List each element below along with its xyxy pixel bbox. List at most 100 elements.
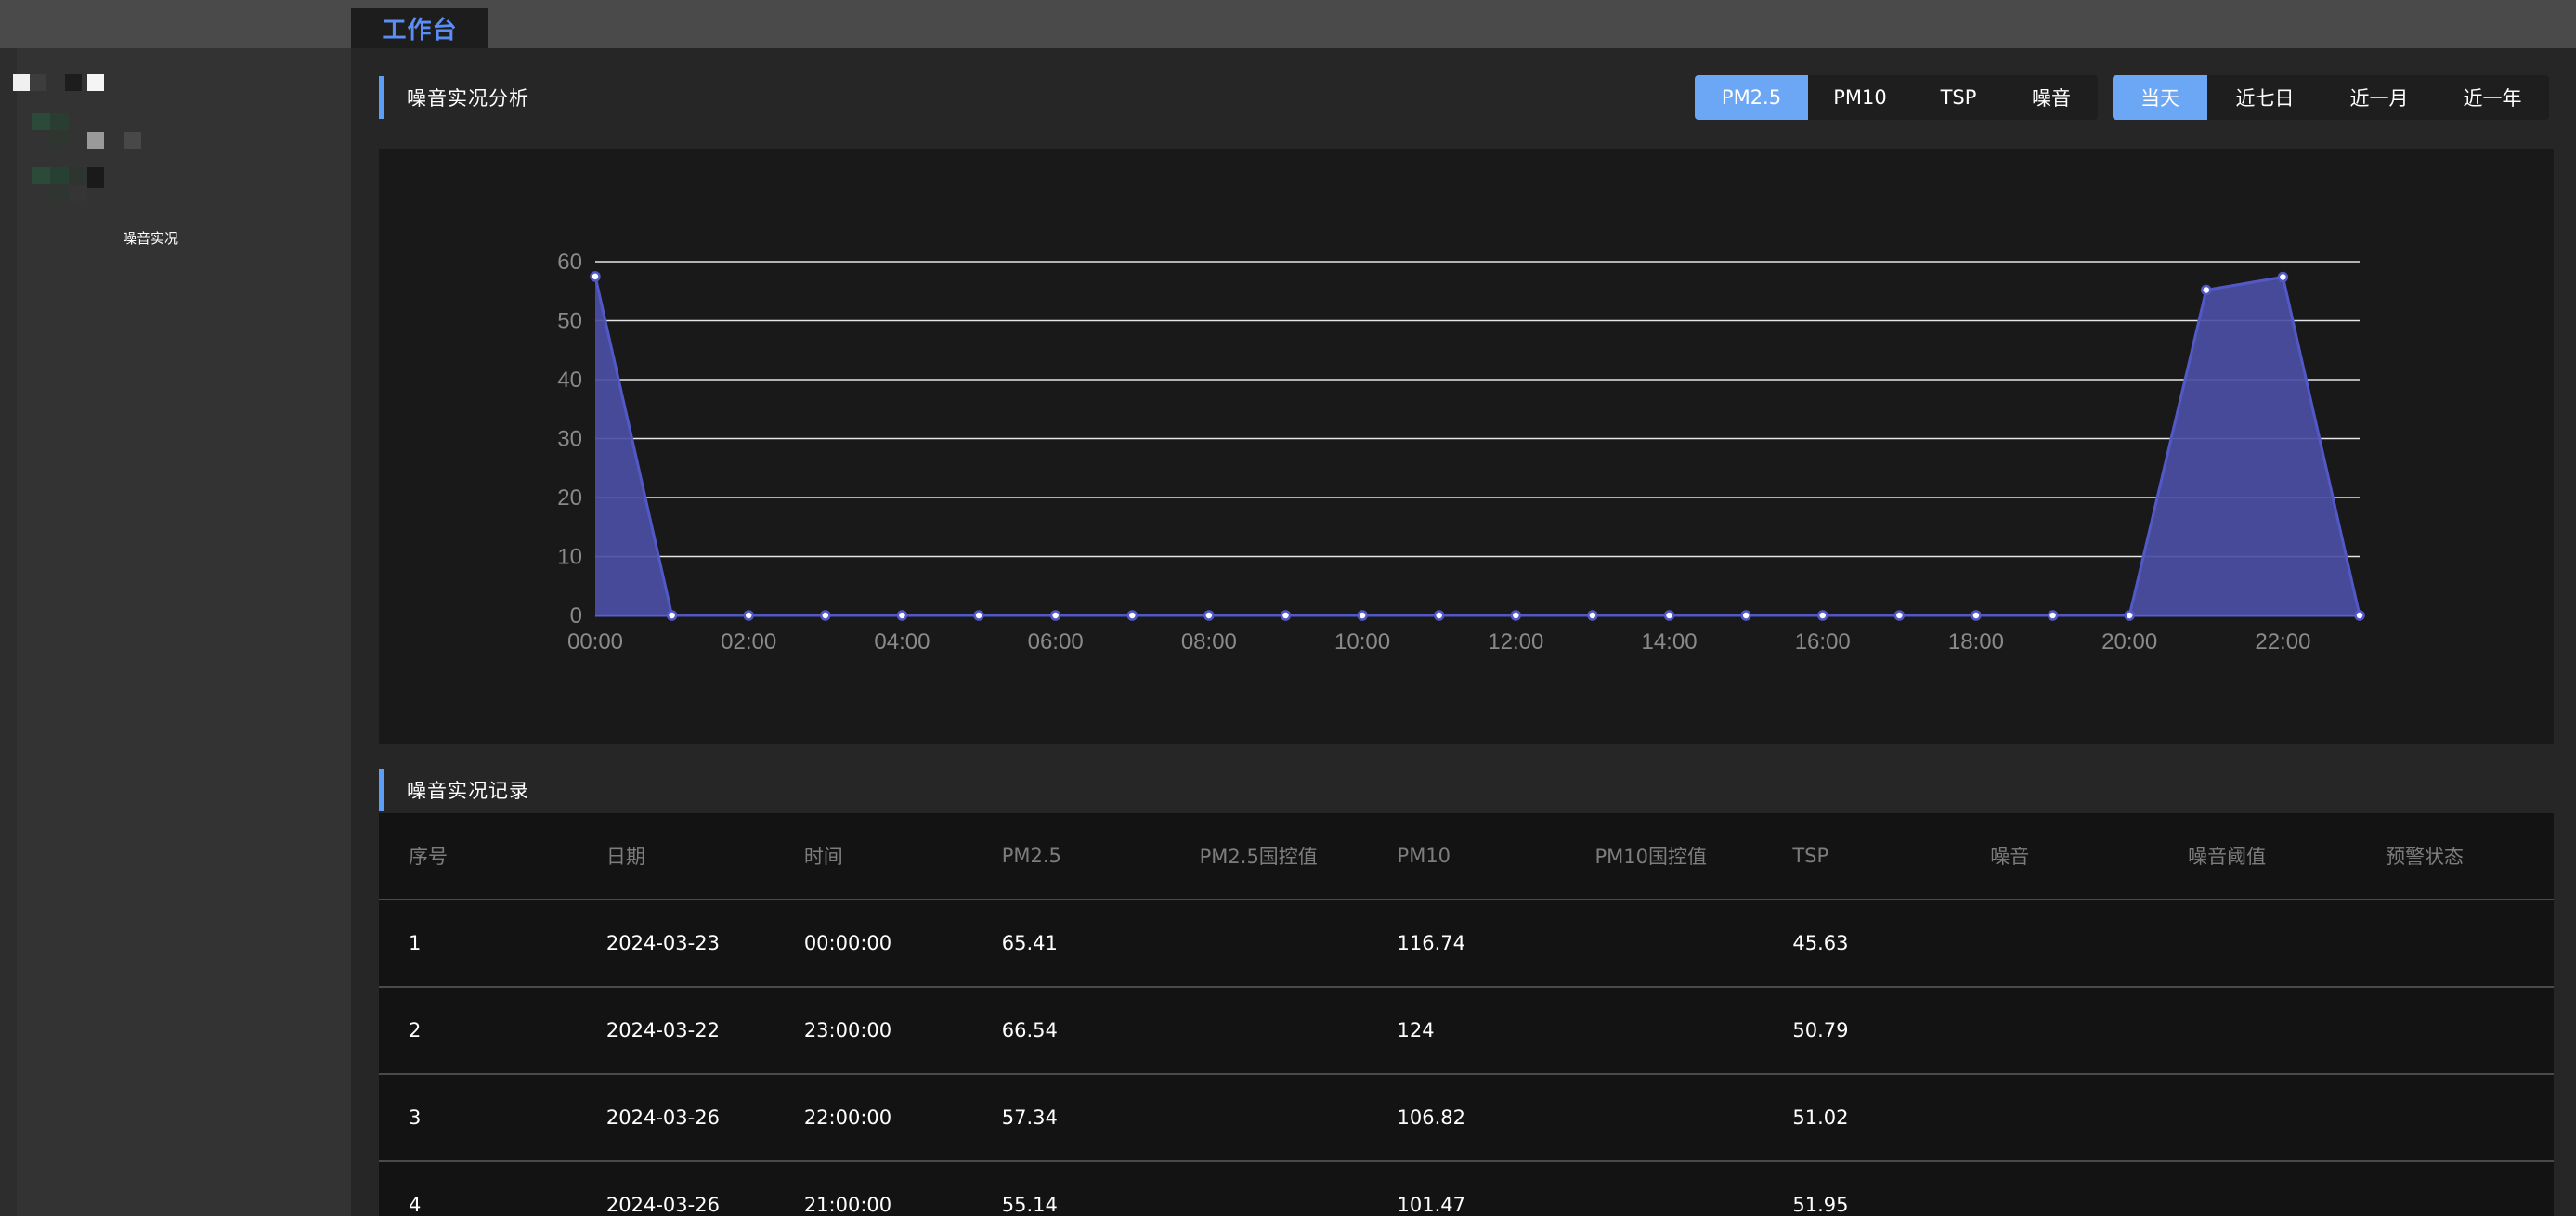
menu-icon-pixel: [87, 132, 104, 149]
x-tick-label: 14:00: [1641, 629, 1697, 654]
y-tick-label: 40: [557, 368, 582, 393]
column-header: PM10国控值: [1594, 846, 1707, 868]
table-cell: 51.95: [1792, 1194, 1849, 1216]
logo-pixel: [30, 74, 46, 91]
range-tab-today[interactable]: 当天: [2113, 75, 2207, 120]
y-tick-label: 0: [570, 603, 582, 628]
records-title: 噪音实况记录: [407, 780, 529, 802]
data-point: [666, 610, 678, 621]
analysis-header: 噪音实况分析: [379, 76, 529, 119]
sidebar: 噪音实况: [13, 48, 351, 1216]
table-cell: 1: [409, 932, 422, 954]
table-cell: 2024-03-22: [605, 1019, 720, 1041]
data-point: [820, 610, 831, 621]
column-header: PM2.5: [1001, 845, 1061, 867]
table-cell: 45.63: [1792, 932, 1849, 954]
table-cell: 57.34: [1001, 1106, 1058, 1129]
data-point: [1971, 610, 1982, 621]
data-point: [973, 610, 984, 621]
x-tick-label: 22:00: [2255, 629, 2310, 654]
table-cell: 50.79: [1792, 1019, 1849, 1041]
data-point: [896, 610, 908, 621]
table-row[interactable]: 4 2024-03-26 21:00:00 55.14 101.47 51.95: [379, 1162, 2554, 1216]
column-header: 序号: [409, 846, 448, 868]
menu-icon-pixel: [69, 167, 87, 184]
column-header: 日期: [605, 846, 645, 868]
x-tick-label: 16:00: [1795, 629, 1851, 654]
table-row[interactable]: 3 2024-03-26 22:00:00 57.34 106.82 51.02: [379, 1075, 2554, 1162]
metric-tab-pm10[interactable]: PM10: [1808, 75, 1912, 120]
column-header: 噪音: [1990, 846, 2030, 868]
sidebar-item-noise[interactable]: 噪音实况: [123, 228, 178, 248]
chart-panel: 0 10 20 30 40 50 60 00:00 02:00 04:00 06:00 08:00 10…: [379, 149, 2554, 744]
table-cell: 21:00:00: [803, 1194, 892, 1216]
column-header: PM2.5国控值: [1199, 846, 1318, 868]
range-tab-7days[interactable]: 近七日: [2207, 75, 2322, 120]
data-point: [1049, 610, 1061, 621]
table-row[interactable]: 2 2024-03-22 23:00:00 66.54 124 50.79: [379, 988, 2554, 1075]
records-header: 噪音实况记录: [379, 769, 529, 811]
range-tab-group: 当天 近七日 近一月 近一年: [2113, 75, 2549, 120]
data-point: [1510, 610, 1522, 621]
data-point: [1663, 610, 1675, 621]
column-header: 噪音阈值: [2188, 846, 2267, 868]
y-tick-label: 10: [557, 545, 582, 570]
top-bar: 工作台: [0, 0, 2576, 48]
data-point: [1587, 610, 1598, 621]
range-tab-year[interactable]: 近一年: [2436, 75, 2549, 120]
x-tick-label: 18:00: [1948, 629, 2004, 654]
data-point: [1357, 610, 1368, 621]
metric-tab-noise[interactable]: 噪音: [2005, 75, 2098, 120]
metric-tab-pm25[interactable]: PM2.5: [1695, 75, 1808, 120]
y-tick-label: 50: [557, 309, 582, 334]
table-cell: 51.02: [1792, 1106, 1849, 1129]
data-point: [1280, 610, 1292, 621]
x-tick-label: 08:00: [1181, 629, 1237, 654]
data-point: [1816, 610, 1828, 621]
table-cell: 23:00:00: [803, 1019, 892, 1041]
table-header-row: 序号 日期 时间 PM2.5 PM2.5国控值 PM10 PM10国控值 TSP 噪音 噪音阈值 预…: [379, 813, 2554, 900]
area-fill: [595, 276, 2360, 615]
data-point: [2047, 610, 2059, 621]
menu-icon-pixel: [50, 113, 69, 130]
table-cell: 106.82: [1397, 1106, 1466, 1129]
series-line: [593, 275, 2361, 617]
range-tab-month[interactable]: 近一月: [2322, 75, 2436, 120]
data-point: [2201, 284, 2212, 296]
x-tick-label: 04:00: [874, 629, 930, 654]
main-content: 噪音实况分析 PM2.5 PM10 TSP 噪音 当天 近七日 近一月 近一年 …: [351, 48, 2576, 1216]
tab-workbench[interactable]: 工作台: [351, 8, 488, 48]
data-point: [2354, 610, 2365, 621]
table-cell: 55.14: [1001, 1194, 1058, 1216]
logo-pixel: [87, 74, 104, 91]
table-cell: 101.47: [1397, 1194, 1466, 1216]
menu-icon-pixel: [50, 186, 69, 201]
menu-icon-pixel: [124, 132, 141, 149]
area-chart: 0 10 20 30 40 50 60 00:00 02:00 04:00 06:00 08:00 10…: [557, 250, 2365, 654]
table-cell: 2: [409, 1019, 422, 1041]
menu-icon-pixel: [32, 113, 52, 130]
table-row[interactable]: 1 2024-03-23 00:00:00 65.41 116.74 45.63: [379, 900, 2554, 988]
logo-pixel: [13, 74, 30, 91]
table-cell: 65.41: [1001, 932, 1058, 954]
data-point: [1740, 610, 1751, 621]
column-header: 时间: [803, 846, 843, 868]
logo-pixel: [65, 74, 82, 91]
metric-tab-tsp[interactable]: TSP: [1912, 75, 2005, 120]
x-tick-label: 20:00: [2101, 629, 2157, 654]
y-tick-label: 60: [557, 250, 582, 275]
x-tick-label: 02:00: [721, 629, 776, 654]
column-header: 预警状态: [2386, 846, 2465, 868]
table-cell: 66.54: [1001, 1019, 1058, 1041]
table-cell: 2024-03-26: [605, 1106, 720, 1129]
column-header: PM10: [1397, 845, 1451, 867]
x-tick-label: 06:00: [1028, 629, 1084, 654]
table-cell: 22:00:00: [803, 1106, 892, 1129]
y-tick-label: 30: [557, 427, 582, 452]
x-tick-label: 00:00: [567, 629, 623, 654]
table-cell: 2024-03-23: [605, 932, 720, 954]
table-cell: 116.74: [1397, 932, 1466, 954]
column-header: TSP: [1792, 845, 1829, 867]
section-accent-bar: [379, 76, 384, 119]
menu-icon-pixel: [87, 167, 104, 188]
